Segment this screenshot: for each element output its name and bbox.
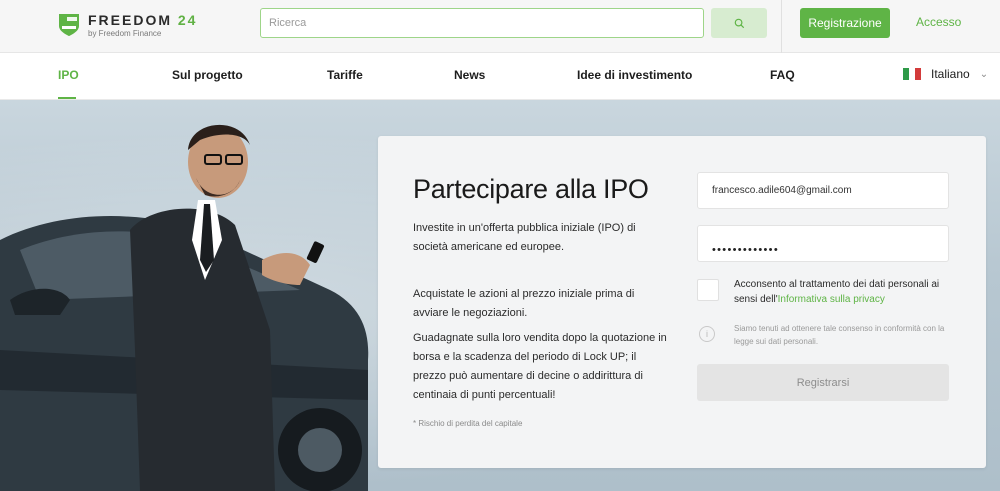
nav-item-investment-ideas[interactable]: Idee di investimento (577, 68, 692, 82)
chevron-down-icon: ⌄ (979, 68, 989, 80)
nav-item-news[interactable]: News (454, 68, 485, 82)
language-selector[interactable]: Italiano ⌄ (903, 67, 988, 81)
page-title: Partecipare alla IPO (413, 174, 649, 204)
consent-checkbox[interactable] (697, 279, 719, 301)
info-icon: i (699, 326, 715, 342)
login-link[interactable]: Accesso (916, 15, 961, 29)
register-submit-button[interactable]: Registrarsi (697, 364, 949, 401)
freedom24-logo[interactable]: FREEDOM 24 by Freedom Finance (58, 10, 197, 40)
registration-button[interactable]: Registrazione (800, 8, 890, 38)
main-nav: IPO Sul progetto Tariffe News Idee di in… (0, 54, 1000, 100)
profit-paragraph: Guadagnate sulla loro vendita dopo la qu… (413, 332, 667, 401)
consent-label: Acconsento al trattamento dei dati perso… (734, 277, 949, 307)
ipo-signup-card: Partecipare alla IPO Investite in un'off… (378, 136, 986, 468)
hero-banner: Partecipare alla IPO Investite in un'off… (0, 100, 1000, 491)
privacy-policy-link[interactable]: Informativa sulla privacy (778, 294, 885, 305)
italy-flag-icon (903, 68, 921, 80)
search-icon (734, 18, 744, 28)
top-header: FREEDOM 24 by Freedom Finance Registrazi… (0, 0, 1000, 53)
header-divider (781, 0, 782, 53)
nav-item-ipo[interactable]: IPO (58, 68, 79, 82)
intro-paragraph: Investite in un'offerta pubblica inizial… (413, 222, 636, 253)
risk-footnote: * Rischio di perdita del capitale (413, 419, 523, 428)
active-tab-indicator (58, 97, 76, 99)
nav-item-faq[interactable]: FAQ (770, 68, 795, 82)
consent-info-text: Siamo tenuti ad ottenere tale consenso i… (734, 324, 945, 346)
email-field[interactable] (697, 172, 949, 209)
logo-title: FREEDOM (88, 11, 172, 28)
buy-shares-paragraph: Acquistate le azioni al prezzo iniziale … (413, 288, 635, 319)
logo-subtitle: by Freedom Finance (88, 28, 162, 38)
logo-number: 24 (177, 11, 198, 28)
search-button[interactable] (711, 8, 767, 38)
nav-item-about[interactable]: Sul progetto (172, 68, 243, 82)
shield-logo-icon (59, 14, 79, 36)
password-masked-value: ••••••••••••• (712, 244, 779, 256)
hero-photo-man-with-car (0, 124, 369, 491)
search-input[interactable] (260, 8, 704, 38)
language-label: Italiano (931, 67, 970, 81)
nav-item-fees[interactable]: Tariffe (327, 68, 363, 82)
